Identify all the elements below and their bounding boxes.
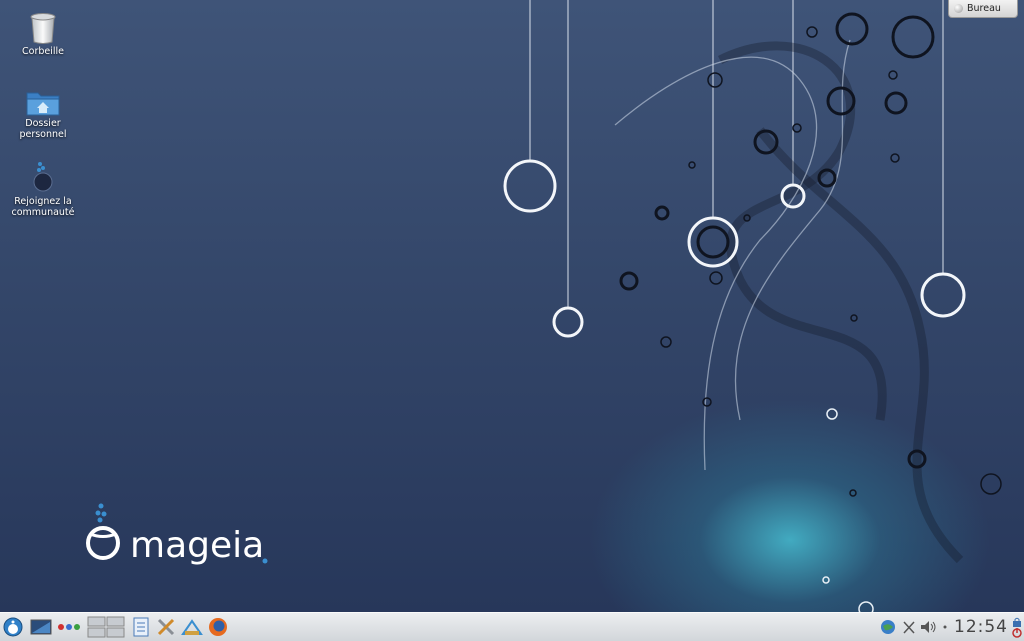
- toolbox-icon: [954, 4, 963, 13]
- notifications-icon: [943, 625, 947, 629]
- notes-launcher[interactable]: [130, 616, 152, 638]
- firefox-launcher[interactable]: [206, 616, 230, 638]
- volume-tray-button[interactable]: [920, 616, 938, 638]
- power-icon: [1012, 627, 1022, 638]
- desktop-toolbox-label: Bureau: [967, 3, 1001, 14]
- volume-icon: [921, 621, 936, 633]
- show-desktop-button[interactable]: [29, 616, 53, 638]
- install-software-launcher[interactable]: [180, 616, 204, 638]
- clock[interactable]: 12:54: [954, 617, 1008, 637]
- clipboard-tray-button[interactable]: [901, 616, 917, 638]
- notes-icon: [133, 617, 149, 637]
- mageia-community-icon: [33, 162, 53, 192]
- desktop[interactable]: Corbeille Dossier personnel Rejoignez la…: [0, 0, 1024, 612]
- application-menu-button[interactable]: [2, 616, 24, 638]
- home-folder-icon: [26, 92, 60, 116]
- control-center-launcher[interactable]: [155, 616, 177, 638]
- lock-icon: [1013, 617, 1021, 627]
- install-icon: [181, 619, 203, 635]
- virtual-desktop-pager[interactable]: [86, 616, 126, 638]
- desktop-icon-label: Corbeille: [22, 46, 64, 57]
- desktop-icon-label: Dossier personnel: [19, 118, 67, 140]
- mageia-logo: mageia: [86, 503, 268, 566]
- taskbar: 12:54: [0, 612, 1024, 641]
- activities-button[interactable]: [56, 616, 82, 638]
- trash-icon: [30, 13, 56, 44]
- session-buttons[interactable]: [1010, 615, 1024, 639]
- logo-text: mageia: [130, 525, 264, 566]
- firefox-icon: [209, 618, 227, 636]
- desktop-icon-label: Rejoignez la communauté: [11, 196, 75, 218]
- activities-icon: [58, 624, 80, 630]
- desktop-icon-community[interactable]: Rejoignez la communauté: [7, 160, 79, 218]
- show-desktop-icon: [30, 619, 52, 635]
- tools-icon: [157, 618, 175, 636]
- clipboard-icon: [903, 621, 915, 634]
- desktop-icon-trash[interactable]: Corbeille: [7, 12, 79, 57]
- app-menu-icon: [3, 617, 23, 637]
- network-tray-button[interactable]: [879, 616, 897, 638]
- pager-icon: [87, 616, 125, 638]
- desktop-icon-home-folder[interactable]: Dossier personnel: [7, 88, 79, 140]
- desktop-toolbox-button[interactable]: Bureau: [948, 0, 1018, 18]
- network-icon: [881, 620, 895, 634]
- tray-expander[interactable]: [940, 616, 950, 638]
